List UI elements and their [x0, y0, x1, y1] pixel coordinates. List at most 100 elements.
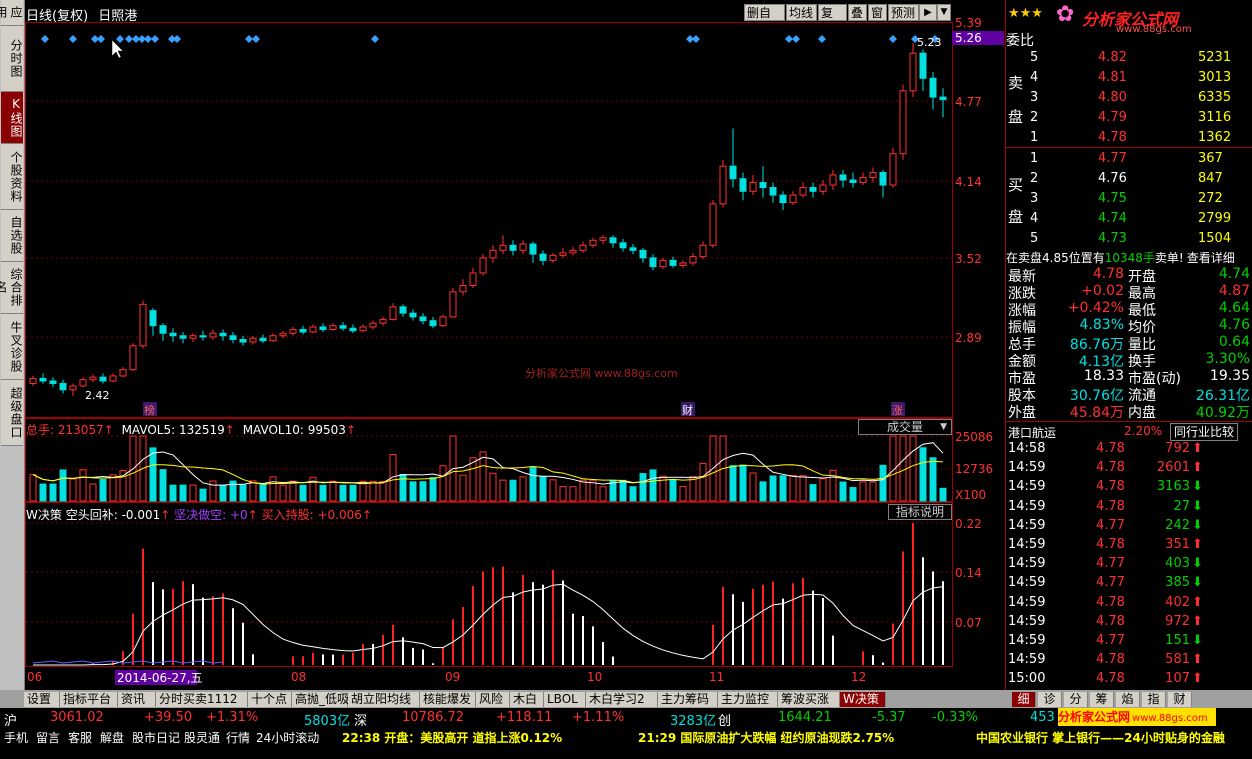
- bottom-link[interactable]: 24小时滚动: [256, 729, 319, 746]
- level-number: 3: [1030, 90, 1039, 105]
- sz-index[interactable]: 10786.72: [402, 710, 464, 725]
- news-item[interactable]: 中国农业银行 掌上银行——24小时贴身的金融: [976, 729, 1225, 746]
- tick-volume: 402: [1165, 594, 1190, 610]
- bottom-link[interactable]: 留言: [36, 729, 60, 746]
- sh-index[interactable]: 3061.02: [50, 710, 104, 725]
- candle-body: [89, 376, 97, 381]
- left-tab[interactable]: 自选股: [1, 210, 23, 262]
- right-bottom-tab[interactable]: 财: [1168, 692, 1192, 707]
- arrow-down-icon: ⬇: [1192, 556, 1203, 572]
- badge-zhang[interactable]: 涨: [892, 404, 903, 417]
- candle-body: [439, 316, 447, 327]
- notice-a: 在卖盘4.85位置有: [1006, 251, 1105, 265]
- tick-time: 14:59: [1008, 613, 1046, 629]
- mouse-cursor-icon: [111, 39, 124, 59]
- candle-body: [859, 176, 867, 184]
- news-item[interactable]: 22:38 开盘：美股高开 道指上涨0.12%: [342, 729, 562, 746]
- tick-time: 14:58: [1008, 441, 1046, 456]
- bottom-tab[interactable]: 十个点: [248, 692, 292, 707]
- left-tab[interactable]: 牛叉诊股: [1, 314, 23, 380]
- candle-body: [39, 377, 47, 382]
- badge-cai[interactable]: 财: [682, 403, 693, 417]
- big-order-notice[interactable]: 在卖盘4.85位置有10348手卖单! 查看详细: [1006, 249, 1235, 266]
- indicator-axis-label: 0.07: [955, 616, 982, 630]
- kline-chart-area[interactable]: 5.39 5.26 4.77 4.14 3.52 2.89 5.23 2.42 …: [25, 0, 1005, 690]
- candle-body: [139, 303, 147, 347]
- bottom-tab[interactable]: 筹波买涨: [778, 692, 840, 707]
- bottom-link[interactable]: 行情: [226, 729, 250, 746]
- candle-body: [579, 244, 587, 251]
- left-tab[interactable]: 个股资料: [1, 144, 23, 210]
- left-tab[interactable]: 综合排名: [0, 262, 23, 314]
- tick-price: 4.78: [1096, 652, 1125, 668]
- left-tab[interactable]: 超级盘口: [1, 380, 23, 446]
- candle-body: [489, 249, 497, 259]
- quote-row: 外盘 45.84万 内盘 40.92万: [1006, 402, 1252, 421]
- candle-body: [219, 332, 227, 337]
- candle-body: [839, 174, 847, 181]
- indicator-explain-button[interactable]: 指标说明: [888, 504, 952, 520]
- volume-bar: [679, 485, 687, 502]
- volume-bar: [579, 479, 587, 502]
- cy-pct: -0.33%: [932, 710, 978, 725]
- bottom-tab[interactable]: 资讯: [118, 692, 156, 707]
- volume-bar: [439, 465, 447, 502]
- volume-bar: [109, 474, 117, 502]
- sector-compare-button[interactable]: 同行业比较: [1170, 423, 1239, 441]
- bottom-link[interactable]: 股市日记: [132, 729, 180, 746]
- bottom-tab[interactable]: 木白: [510, 692, 544, 707]
- bottom-tab[interactable]: 分时买卖1112: [156, 692, 248, 707]
- badge-bang[interactable]: 榜: [144, 403, 155, 417]
- bottom-tab[interactable]: 高抛_低吸: [292, 692, 349, 707]
- bottom-tab[interactable]: 风险: [476, 692, 510, 707]
- volume-bar: [239, 484, 247, 502]
- book-separator: [1006, 147, 1252, 148]
- right-bottom-tab[interactable]: 诊: [1038, 692, 1062, 707]
- level-price: 4.74: [1098, 211, 1127, 226]
- notice-detail-link[interactable]: 查看详细: [1187, 251, 1235, 265]
- candle-body: [99, 376, 107, 382]
- volume-axis-label: 12736: [955, 462, 993, 476]
- right-bottom-tab[interactable]: 指: [1142, 692, 1166, 707]
- right-bottom-tab[interactable]: 筹: [1090, 692, 1114, 707]
- cy-index[interactable]: 1644.21: [778, 710, 832, 725]
- bottom-tab[interactable]: 木白学习2: [586, 692, 658, 707]
- tick-volume: 242: [1165, 517, 1190, 533]
- bottom-link[interactable]: 客服: [68, 729, 92, 746]
- right-bottom-tab[interactable]: 细: [1012, 692, 1036, 707]
- volume-bar: [919, 447, 927, 502]
- vol-arrow: ↑: [345, 423, 356, 437]
- right-bottom-tab[interactable]: 焰: [1116, 692, 1140, 707]
- tick-time: 14:59: [1008, 556, 1046, 572]
- candle-body: [819, 184, 827, 192]
- bottom-tab[interactable]: 指标平台: [60, 692, 118, 707]
- level-volume: 847: [1198, 171, 1223, 186]
- bottom-link[interactable]: 股灵通: [184, 729, 220, 746]
- volume-bar: [259, 484, 267, 502]
- volume-bar: [69, 478, 77, 502]
- bottom-tab[interactable]: 核能爆发: [420, 692, 476, 707]
- volume-dropdown[interactable]: 成交量 ▼: [858, 419, 952, 435]
- tick-time: 14:59: [1008, 575, 1046, 591]
- bottom-link[interactable]: 手机: [4, 729, 28, 746]
- bottom-tab[interactable]: 主力筹码: [658, 692, 718, 707]
- left-tab[interactable]: K线图: [1, 92, 23, 144]
- volume-bar: [639, 473, 647, 502]
- bottom-link[interactable]: 解盘: [100, 729, 124, 746]
- tick-time: 14:59: [1008, 537, 1046, 552]
- sector-name[interactable]: 港口航运: [1008, 424, 1056, 441]
- bottom-tab[interactable]: LBOL: [544, 692, 586, 707]
- bottom-tab[interactable]: W决策: [840, 692, 886, 707]
- bottom-tab[interactable]: 设置: [24, 692, 60, 707]
- volume-bar: [819, 478, 827, 502]
- indicator-low-line: [32, 660, 224, 664]
- left-tab[interactable]: 分时图: [1, 26, 23, 92]
- indicator-b-label: 坚决做空:: [174, 508, 230, 522]
- notice-c: 卖单!: [1154, 251, 1184, 265]
- right-bottom-tab[interactable]: 分: [1064, 692, 1088, 707]
- bottom-tab[interactable]: 胡立阳均线: [348, 692, 420, 707]
- left-tab[interactable]: 应用: [0, 0, 23, 26]
- volume-bar: [739, 464, 747, 502]
- bottom-tab[interactable]: 主力监控: [718, 692, 778, 707]
- news-item[interactable]: 21:29 国际原油扩大跌幅 纽约原油现跌2.75%: [638, 729, 894, 746]
